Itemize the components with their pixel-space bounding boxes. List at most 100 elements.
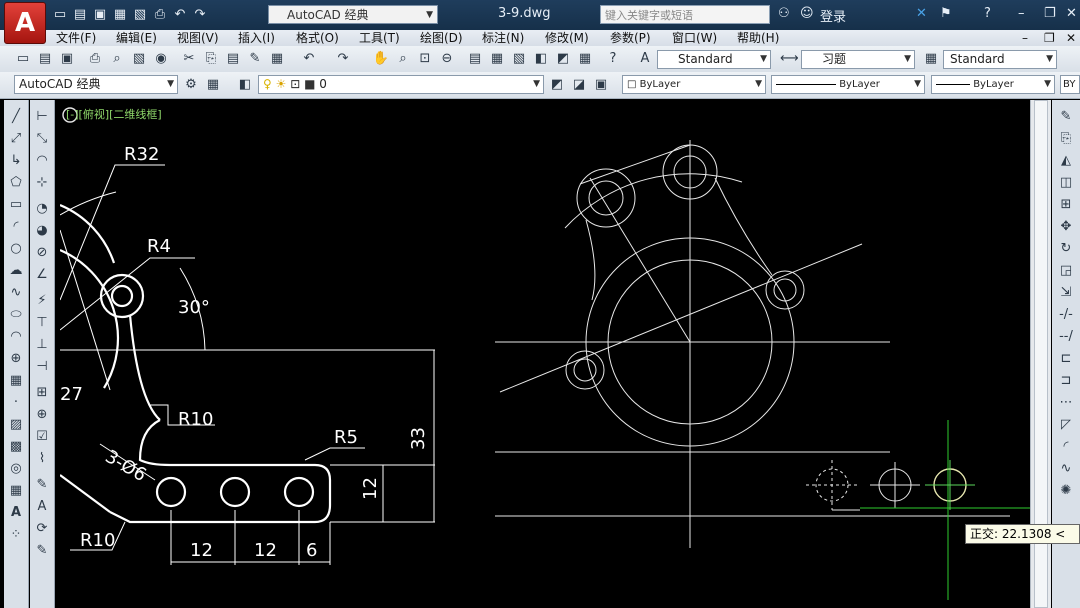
help-icon[interactable]: ? [604, 50, 622, 68]
array-icon[interactable]: ⊞ [1057, 196, 1075, 214]
text-style-select[interactable]: Standard ▼ [657, 50, 771, 69]
viewport-label[interactable]: [-][俯视][二维线框] [66, 106, 162, 122]
line-icon[interactable]: ╱ [7, 108, 25, 126]
save-icon[interactable]: ▣ [92, 7, 108, 23]
properties-icon[interactable]: ▤ [466, 50, 484, 68]
zoom-window-icon[interactable]: ⊡ [416, 50, 434, 68]
break-point-icon[interactable]: ⊏ [1057, 350, 1075, 368]
paste-icon[interactable]: ▤ [224, 50, 242, 68]
dim-update-icon[interactable]: ⟳ [33, 520, 51, 538]
continue-dim-icon[interactable]: ⊥ [33, 336, 51, 354]
publish-icon[interactable]: ▧ [130, 50, 148, 68]
trim-icon[interactable]: -/- [1057, 306, 1075, 324]
help-button[interactable]: ? [984, 6, 991, 21]
spline-icon[interactable]: ∿ [7, 284, 25, 302]
pan-icon[interactable]: ✋ [372, 50, 390, 68]
scale-icon[interactable]: ◲ [1057, 262, 1075, 280]
erase-icon[interactable]: ✎ [1057, 108, 1075, 126]
dim-text-edit-icon[interactable]: A [33, 498, 51, 516]
extend-icon[interactable]: --/ [1057, 328, 1075, 346]
open-icon[interactable]: ▤ [72, 7, 88, 23]
arc-icon[interactable]: ◜ [7, 218, 25, 236]
table-style-select[interactable]: Standard ▼ [943, 50, 1057, 69]
markup-icon[interactable]: ◩ [554, 50, 572, 68]
angular-dim-icon[interactable]: ∠ [33, 266, 51, 284]
menu-help[interactable]: 帮助(H) [737, 30, 779, 46]
gradient-icon[interactable]: ▩ [7, 438, 25, 456]
multiline-text-icon[interactable]: A [7, 504, 25, 522]
workspace-settings-icon[interactable]: ⚙ [182, 76, 200, 94]
break-icon[interactable]: ⊐ [1057, 372, 1075, 390]
workspace-combo[interactable]: AutoCAD 经典 ▼ [14, 75, 178, 94]
doc-minimize-button[interactable]: – [1022, 30, 1028, 46]
application-menu-button[interactable]: A [4, 2, 46, 44]
tolerance-icon[interactable]: ⊞ [33, 384, 51, 402]
community-icon[interactable]: ⚑ [940, 6, 952, 21]
zoom-realtime-icon[interactable]: ⌕ [394, 50, 412, 68]
minimize-button[interactable]: – [1018, 6, 1025, 21]
zoom-previous-icon[interactable]: ⊖ [438, 50, 456, 68]
undo-icon[interactable]: ↶ [172, 7, 188, 23]
workspace-select[interactable]: AutoCAD 经典 ▼ [268, 5, 438, 24]
lineweight-select[interactable]: ByLayer ▼ [931, 75, 1055, 94]
menu-format[interactable]: 格式(O) [296, 30, 339, 46]
rectangle-icon[interactable]: ▭ [7, 196, 25, 214]
new-icon[interactable]: ▭ [14, 50, 32, 68]
copy-object-icon[interactable]: ⎘ [1057, 130, 1075, 148]
color-select[interactable]: □ ByLayer ▼ [622, 75, 766, 94]
redo-icon[interactable]: ↷ [192, 7, 208, 23]
text-style-icon[interactable]: A [636, 50, 654, 68]
publish-icon[interactable]: ▧ [132, 7, 148, 23]
ellipse-icon[interactable]: ⬭ [7, 306, 25, 324]
explode-icon[interactable]: ✺ [1057, 482, 1075, 500]
ordinate-dim-icon[interactable]: ⊹ [33, 174, 51, 192]
exchange-icon[interactable]: ✕ [916, 6, 927, 21]
mirror-icon[interactable]: ◭ [1057, 152, 1075, 170]
menu-draw[interactable]: 绘图(D) [420, 30, 463, 46]
make-block-icon[interactable]: ▦ [7, 372, 25, 390]
inspect-icon[interactable]: ☑ [33, 428, 51, 446]
linear-dim-icon[interactable]: ⊢ [33, 108, 51, 126]
aligned-dim-icon[interactable]: ⤡ [33, 130, 51, 148]
customize-icon[interactable]: ▦ [204, 76, 222, 94]
jogged-dim-icon[interactable]: ◕ [33, 222, 51, 240]
menu-modify[interactable]: 修改(M) [545, 30, 589, 46]
restore-button[interactable]: ❐ [1044, 6, 1056, 21]
tool-palettes-icon[interactable]: ▧ [510, 50, 528, 68]
menu-insert[interactable]: 插入(I) [238, 30, 275, 46]
ellipse-arc-icon[interactable]: ◠ [7, 328, 25, 346]
calculator-icon[interactable]: ▦ [576, 50, 594, 68]
dim-style-icon[interactable]: ✎ [33, 542, 51, 560]
diameter-dim-icon[interactable]: ⊘ [33, 244, 51, 262]
block-editor-icon[interactable]: ▦ [268, 50, 286, 68]
layer-previous-icon[interactable]: ◪ [570, 76, 588, 94]
user-icon[interactable]: ☺ [800, 6, 814, 21]
search-input[interactable]: 键入关键字或短语 [600, 5, 770, 24]
drawing-canvas[interactable]: R32 R4 30° R10 R5 3-Ø6 33 12 R10 12 12 6… [60, 100, 1030, 608]
menu-file[interactable]: 文件(F) [56, 30, 96, 46]
region-icon[interactable]: ◎ [7, 460, 25, 478]
plot-style-select[interactable]: BY [1060, 75, 1080, 94]
center-mark-icon[interactable]: ⊕ [33, 406, 51, 424]
plot-preview-icon[interactable]: ⌕ [108, 50, 126, 68]
plot-icon[interactable]: ⎙ [86, 50, 104, 68]
layer-properties-icon[interactable]: ◧ [236, 76, 254, 94]
new-icon[interactable]: ▭ [52, 7, 68, 23]
menu-dimension[interactable]: 标注(N) [482, 30, 524, 46]
stretch-icon[interactable]: ⇲ [1057, 284, 1075, 302]
hatch-icon[interactable]: ▨ [7, 416, 25, 434]
construction-line-icon[interactable]: ⤢ [7, 130, 25, 148]
blend-icon[interactable]: ∿ [1057, 460, 1075, 478]
design-center-icon[interactable]: ▦ [488, 50, 506, 68]
point-icon[interactable]: · [7, 394, 25, 412]
doc-restore-button[interactable]: ❐ [1044, 30, 1055, 46]
fillet-icon[interactable]: ◜ [1057, 438, 1075, 456]
redo-icon[interactable]: ↷ [334, 50, 352, 68]
plot-icon[interactable]: ⎙ [152, 7, 168, 23]
menu-edit[interactable]: 编辑(E) [116, 30, 157, 46]
baseline-dim-icon[interactable]: ⊤ [33, 314, 51, 332]
login-link[interactable]: 登录 [820, 6, 846, 25]
layer-state-icon[interactable]: ▣ [592, 76, 610, 94]
dim-style-icon[interactable]: ⟷ [780, 50, 799, 68]
layer-select[interactable]: ♀ ☀ ⊡ ■ 0 ▼ [258, 75, 544, 94]
